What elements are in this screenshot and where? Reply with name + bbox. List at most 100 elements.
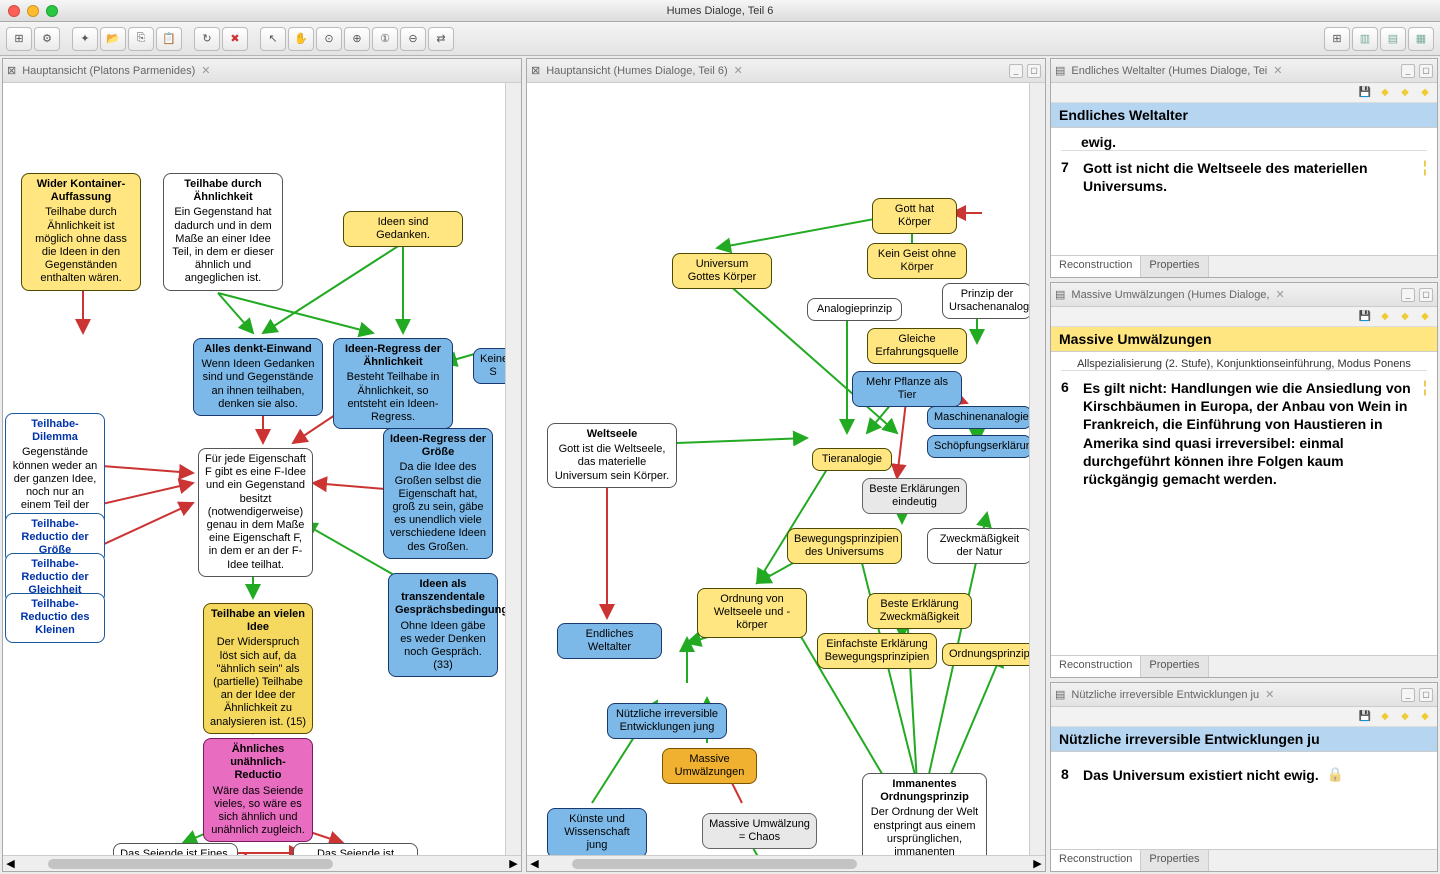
nav-next-icon[interactable]: ◆ [1397,709,1413,725]
tab-reconstruction[interactable]: Reconstruction [1051,656,1141,677]
maximize-icon[interactable]: ▢ [1419,688,1433,702]
nav-prev-icon[interactable]: ◆ [1377,85,1393,101]
objection-node[interactable]: Nützliche irreversible Entwicklungen jun… [607,703,727,739]
zoom-out-icon[interactable]: ⊖ [400,27,426,51]
copy-icon[interactable]: ⎘ [128,27,154,51]
maximize-icon[interactable]: ▢ [1419,288,1433,302]
nav-icon[interactable]: ◆ [1417,709,1433,725]
thesis-node[interactable]: Teilhabe durch ÄhnlichkeitEin Gegenstand… [163,173,283,291]
zoom-window[interactable] [46,5,58,17]
argument-node[interactable]: Wider Kontainer-AuffassungTeilhabe durch… [21,173,141,291]
perspective-icon[interactable]: ⊞ [1324,27,1350,51]
maximize-icon[interactable]: ▢ [1419,64,1433,78]
save-icon[interactable]: 💾 [1357,709,1373,725]
objection-node[interactable]: Künste und Wissenschaft jung [547,808,647,855]
nav-prev-icon[interactable]: ◆ [1377,309,1393,325]
objection-node[interactable]: Ideen-Regress der GrößeDa die Idee des G… [383,428,493,559]
argument-node[interactable]: Ordnung von Weltseele und -körper [697,588,807,638]
minimize-icon[interactable]: _ [1009,64,1023,78]
close-tab-icon[interactable]: ✕ [1275,288,1284,301]
argument-node[interactable]: Teilhabe an vielen IdeeDer Widerspruch l… [203,603,313,734]
open-icon[interactable]: 📂 [100,27,126,51]
argument-node[interactable]: Bewegungsprinzipien des Universums [787,528,902,564]
reductio-node[interactable]: Ähnliches unähnlich-ReductioWäre das Sei… [203,738,313,842]
argument-node[interactable]: Beste Erklärung Zweckmäßigkeit [867,593,972,629]
layout-icon[interactable]: ⇄ [428,27,454,51]
minimize-icon[interactable]: _ [1401,688,1415,702]
maximize-icon[interactable]: ▢ [1027,64,1041,78]
objection-node[interactable]: Schöpfungserklärung [927,435,1032,458]
tab-properties[interactable]: Properties [1141,656,1208,677]
zoom-in-icon[interactable]: ⊕ [344,27,370,51]
nav-prev-icon[interactable]: ◆ [1377,709,1393,725]
panel-tab-title[interactable]: Massive Umwälzungen (Humes Dialoge, [1071,289,1269,301]
nav-icon[interactable]: ◆ [1417,309,1433,325]
hand-icon[interactable]: ✋ [288,27,314,51]
argument-node[interactable]: Ideen sind Gedanken. [343,211,463,247]
thesis-node[interactable]: WeltseeleGott ist die Weltseele, das mat… [547,423,677,488]
tab-title[interactable]: Hauptansicht (Platons Parmenides) [22,65,195,77]
close-window[interactable] [8,5,20,17]
objection-node[interactable]: Teilhabe-Reductio des Kleinen [5,593,105,643]
vertical-scrollbar[interactable] [1029,83,1045,855]
thesis-node[interactable]: Immanentes OrdnungsprinzipDer Ordnung de… [862,773,987,855]
close-tab-icon[interactable]: ✕ [1273,64,1282,77]
tab-reconstruction[interactable]: Reconstruction [1051,850,1141,871]
close-tab-icon[interactable]: ✕ [1265,688,1274,701]
tab-title[interactable]: Hauptansicht (Humes Dialoge, Teil 6) [546,65,727,77]
delete-icon[interactable]: ✖ [222,27,248,51]
nav-next-icon[interactable]: ◆ [1397,309,1413,325]
column-icon[interactable]: ▤ [1380,27,1406,51]
objection-node[interactable]: Ideen als transzendentale Gesprächsbedin… [388,573,498,677]
tab-properties[interactable]: Properties [1141,256,1208,277]
thesis-node[interactable]: Das Seiende ist Vieles. [293,843,418,855]
tab-reconstruction[interactable]: Reconstruction [1051,256,1141,277]
save-icon[interactable]: 💾 [1357,309,1373,325]
minimize-icon[interactable]: _ [1401,64,1415,78]
horizontal-scrollbar[interactable]: ◀▶ [527,855,1045,871]
thesis-node[interactable]: Für jede Eigenschaft F gibt es eine F-Id… [198,448,313,577]
panel-tab-title[interactable]: Endliches Weltalter (Humes Dialoge, Tei [1071,65,1267,77]
diagram-canvas-mid[interactable]: Gott hat Körper Kein Geist ohne Körper U… [527,83,1045,855]
argument-node[interactable]: Gleiche Erfahrungsquelle [867,328,967,364]
column-icon[interactable]: ▦ [1408,27,1434,51]
diagram-canvas-left[interactable]: Wider Kontainer-AuffassungTeilhabe durch… [3,83,521,855]
minimize-window[interactable] [27,5,39,17]
tool-icon[interactable]: ⊞ [6,27,32,51]
argument-node[interactable]: Universum Gottes Körper [672,253,772,289]
argument-node[interactable]: Ordnungsprinziperk. [942,643,1042,666]
objection-node[interactable]: Endliches Weltalter [557,623,662,659]
horizontal-scrollbar[interactable]: ◀▶ [3,855,521,871]
new-icon[interactable]: ✦ [72,27,98,51]
objection-node[interactable]: Mehr Pflanze als Tier [852,371,962,407]
paste-icon[interactable]: 📋 [156,27,182,51]
nav-icon[interactable]: ◆ [1417,85,1433,101]
minimize-icon[interactable]: _ [1401,288,1415,302]
tool-icon[interactable]: ⚙ [34,27,60,51]
close-tab-icon[interactable]: ✕ [201,64,210,77]
thesis-node[interactable]: Zweckmäßigkeit der Natur [927,528,1032,564]
argument-node-selected[interactable]: Massive Umwälzungen [662,748,757,784]
zoom-100-icon[interactable]: ① [372,27,398,51]
argument-node[interactable]: Gott hat Körper [872,198,957,234]
argument-node[interactable]: Einfachste Erklärung Bewegungsprinzipien [817,633,937,669]
column-icon[interactable]: ▥ [1352,27,1378,51]
argument-node[interactable]: Kein Geist ohne Körper [867,243,967,279]
zoom-fit-icon[interactable]: ⊙ [316,27,342,51]
refresh-icon[interactable]: ↻ [194,27,220,51]
argument-node[interactable]: Tieranalogie [812,448,892,471]
objection-node[interactable]: Maschinenanalogie [927,406,1032,429]
nav-next-icon[interactable]: ◆ [1397,85,1413,101]
save-icon[interactable]: 💾 [1357,85,1373,101]
thesis-node[interactable]: Beste Erklärungen eindeutig [862,478,967,514]
panel-tab-title[interactable]: Nützliche irreversible Entwicklungen ju [1071,689,1259,701]
thesis-node[interactable]: Prinzip der Ursachenanalogie [942,283,1032,319]
thesis-node[interactable]: Massive Umwälzung = Chaos [702,813,817,849]
pointer-icon[interactable]: ↖ [260,27,286,51]
vertical-scrollbar[interactable] [505,83,521,855]
thesis-node[interactable]: Das Seiende ist Eines. [113,843,238,855]
thesis-node[interactable]: Analogieprinzip [807,298,902,321]
close-tab-icon[interactable]: ✕ [734,64,743,77]
objection-node[interactable]: Alles denkt-EinwandWenn Ideen Gedanken s… [193,338,323,416]
window-controls[interactable] [8,5,58,17]
